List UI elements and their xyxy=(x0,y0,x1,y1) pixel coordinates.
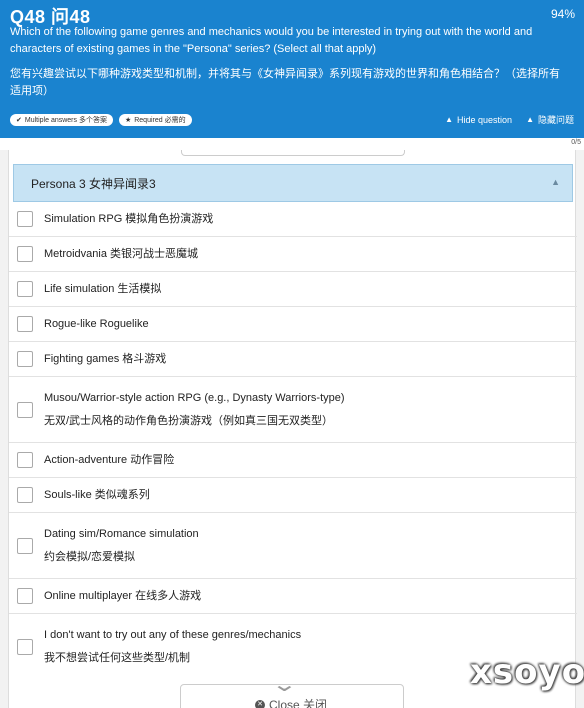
multiple-answers-label: Multiple answers 多个答案 xyxy=(24,117,107,124)
checkbox[interactable] xyxy=(17,351,33,367)
question-card: Persona 3 女神异闻录3 ▲ Simulation RPG 模拟角色扮演… xyxy=(8,150,577,708)
option-label: Online multiplayer 在线多人游戏 xyxy=(44,589,202,602)
option-label: Simulation RPG 模拟角色扮演游戏 xyxy=(44,212,214,225)
option-musou[interactable]: Musou/Warrior-style action RPG (e.g., Dy… xyxy=(9,377,577,443)
hide-question-cn-label: 隐藏问题 xyxy=(537,115,574,125)
question-text-cn: 您有兴趣尝试以下哪种游戏类型和机制，并将其与《女神异闻录》系列现有游戏的世界和角… xyxy=(10,68,560,97)
close-label: Close 关闭 xyxy=(269,698,328,708)
option-life-simulation[interactable]: Life simulation 生活模拟 xyxy=(9,272,577,307)
required-label: Required 必需的 xyxy=(134,117,186,124)
hide-question-cn-button[interactable]: ▲ 隐藏问题 xyxy=(526,113,574,126)
option-rogue-like[interactable]: Rogue-like Roguelike xyxy=(9,307,577,342)
chevron-down-icon[interactable]: ⌄ xyxy=(271,675,298,695)
triangle-up-icon: ▲ xyxy=(526,115,534,124)
option-label-cn: 我不想尝试任何这些类型/机制 xyxy=(44,652,191,664)
option-label: I don't want to try out any of these gen… xyxy=(44,629,302,641)
option-online-multiplayer[interactable]: Online multiplayer 在线多人游戏 xyxy=(9,579,577,614)
check-icon: ✔ xyxy=(16,117,22,124)
option-label-cn: 无双/武士风格的动作角色扮演游戏（例如真三国无双类型） xyxy=(44,414,334,427)
watermark: xsoyo xyxy=(470,652,584,692)
checkbox[interactable] xyxy=(17,452,33,468)
star-icon: ★ xyxy=(124,117,132,124)
top-tab xyxy=(181,150,405,156)
options-list: Simulation RPG 模拟角色扮演游戏 Metroidvania 类银河… xyxy=(9,202,577,680)
option-label: Metroidvania 类银河战士恶魔城 xyxy=(44,247,199,260)
question-header: Q48 问48 94% Which of the following game … xyxy=(0,0,584,138)
checkbox[interactable] xyxy=(17,316,33,332)
header-actions: ▲ Hide question ▲ 隐藏问题 xyxy=(445,113,574,126)
option-dating-sim[interactable]: Dating sim/Romance simulation 约会模拟/恋爱模拟 xyxy=(9,513,577,579)
close-icon: ✕ xyxy=(255,699,265,708)
option-label: Fighting games 格斗游戏 xyxy=(44,352,167,365)
option-label-cn: 约会模拟/恋爱模拟 xyxy=(44,550,136,563)
checkbox[interactable] xyxy=(17,537,33,554)
option-label: Action-adventure 动作冒险 xyxy=(44,453,175,466)
checkbox[interactable] xyxy=(17,588,33,604)
close-button[interactable]: ✕ Close 关闭 xyxy=(255,696,327,708)
option-fighting-games[interactable]: Fighting games 格斗游戏 xyxy=(9,342,577,377)
option-label: Musou/Warrior-style action RPG (e.g., Dy… xyxy=(44,391,345,404)
option-label: Rogue-like Roguelike xyxy=(44,317,149,330)
option-metroidvania[interactable]: Metroidvania 类银河战士恶魔城 xyxy=(9,237,577,272)
option-label: Dating sim/Romance simulation xyxy=(44,527,199,540)
checkbox[interactable] xyxy=(17,639,33,655)
progress-bar: 0/5 xyxy=(0,138,584,150)
hide-question-button[interactable]: ▲ Hide question xyxy=(445,113,512,126)
group-header[interactable]: Persona 3 女神异闻录3 ▲ xyxy=(13,164,573,202)
checkbox[interactable] xyxy=(17,401,33,418)
option-simulation-rpg[interactable]: Simulation RPG 模拟角色扮演游戏 xyxy=(9,202,577,237)
selection-count: 0/5 xyxy=(571,139,581,146)
checkbox[interactable] xyxy=(17,246,33,262)
group-title: Persona 3 女神异闻录3 xyxy=(31,176,156,191)
completion-percent: 94% xyxy=(550,7,575,21)
checkbox[interactable] xyxy=(17,487,33,503)
option-action-adventure[interactable]: Action-adventure 动作冒险 xyxy=(9,443,577,478)
checkbox[interactable] xyxy=(17,281,33,297)
option-souls-like[interactable]: Souls-like 类似魂系列 xyxy=(9,478,577,513)
checkbox[interactable] xyxy=(17,211,33,227)
option-label: Souls-like 类似魂系列 xyxy=(44,488,150,501)
required-badge: ★ Required 必需的 xyxy=(118,114,192,126)
triangle-up-icon: ▲ xyxy=(445,115,454,124)
collapse-icon[interactable]: ▲ xyxy=(551,177,560,187)
option-label: Life simulation 生活模拟 xyxy=(44,282,162,295)
question-text-en: Which of the following game genres and m… xyxy=(10,26,533,55)
question-badges: ✔ Multiple answers 多个答案 ★ Required 必需的 xyxy=(10,114,192,126)
multiple-answers-badge: ✔ Multiple answers 多个答案 xyxy=(10,114,113,126)
hide-question-label: Hide question xyxy=(457,114,513,125)
